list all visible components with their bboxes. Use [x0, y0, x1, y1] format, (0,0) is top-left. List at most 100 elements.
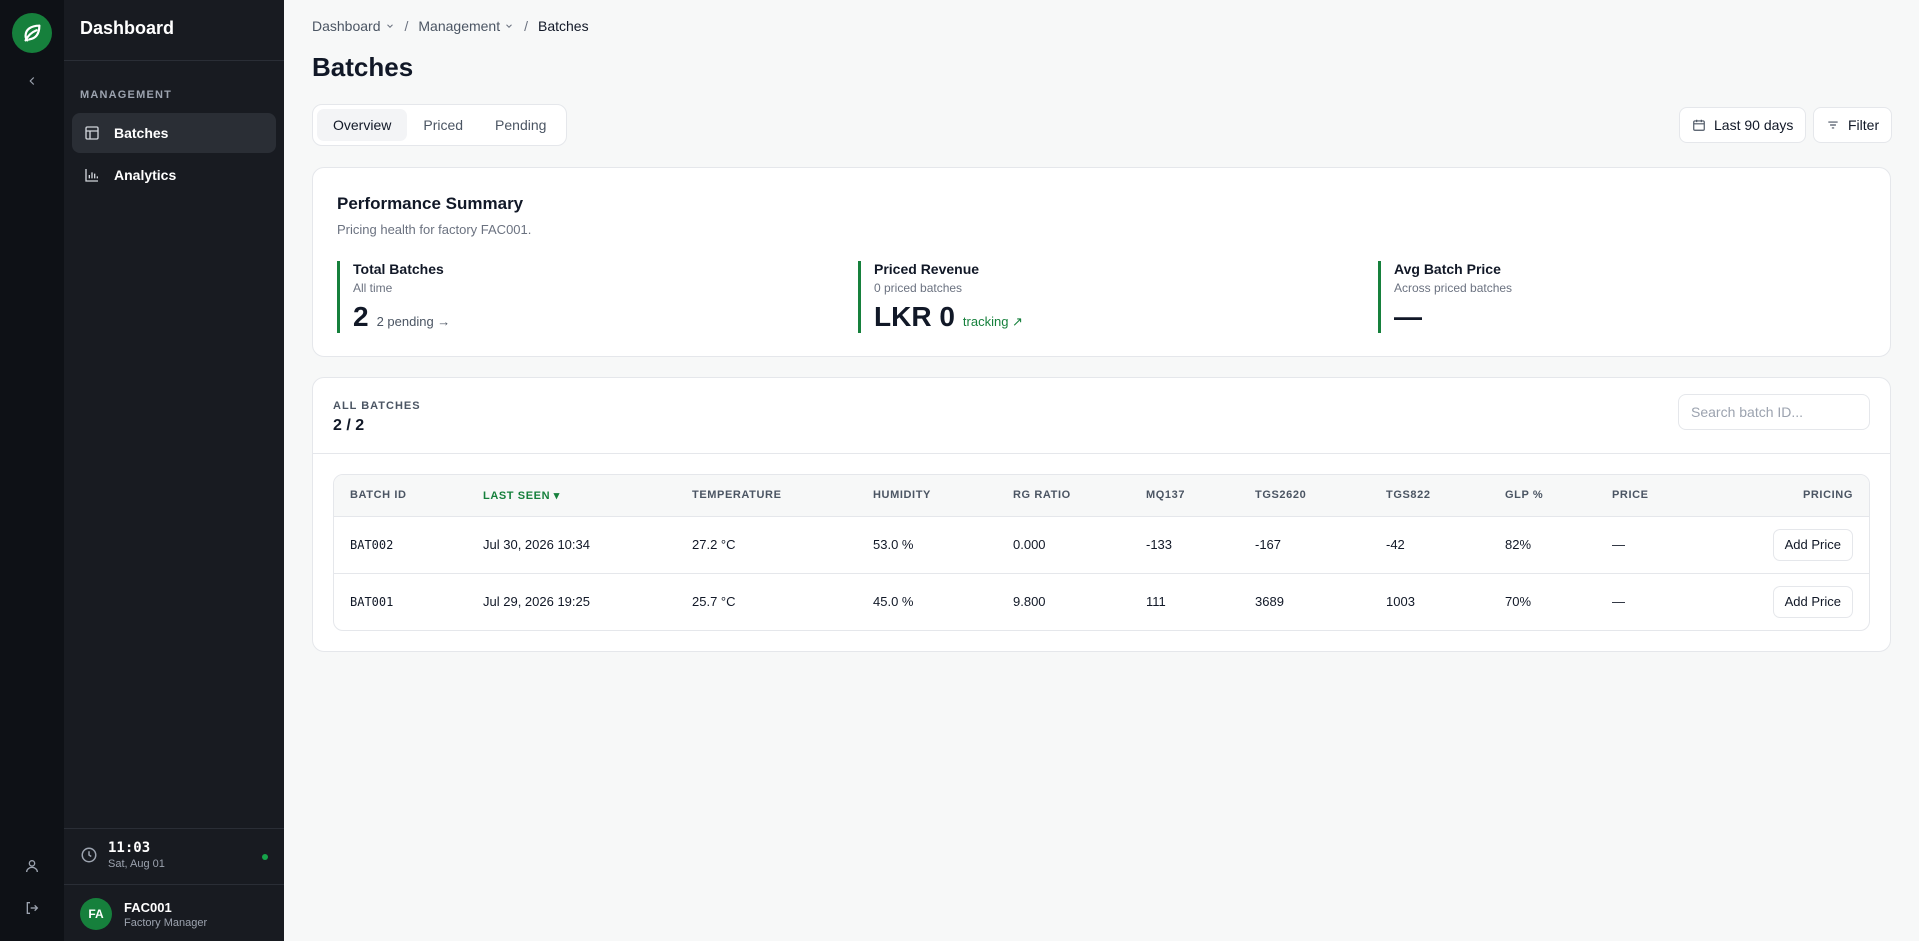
cell-tgs822: 1003 [1370, 572, 1489, 630]
filter-button[interactable]: Filter [1813, 107, 1893, 143]
tab-pending[interactable]: Pending [479, 109, 562, 141]
calendar-icon [1693, 119, 1705, 131]
page-title: Batches [312, 52, 414, 82]
trend-indicator: tracking ↗ [962, 314, 1023, 329]
table-row[interactable]: BAT002 Jul 30, 2026 10:34 27.2 °C 53.0 %… [334, 516, 1869, 573]
collapse-sidebar-button[interactable] [20, 69, 44, 93]
cell-price: — [1612, 537, 1625, 552]
column-header[interactable]: GLP % [1489, 475, 1596, 517]
cell-batch-id: BAT001 [334, 572, 467, 630]
sidebar-divider [64, 884, 284, 885]
breadcrumb-label: Management [418, 18, 501, 34]
cell-batch-id: BAT002 [350, 537, 394, 552]
metric-value: — [1394, 301, 1422, 332]
sidebar-item-label: Batches [114, 125, 169, 141]
user-role: Factory Manager [124, 916, 208, 929]
view-tabs: Overview Priced Pending [312, 104, 568, 146]
column-header[interactable]: TEMPERATURE [676, 475, 857, 517]
cell-price: — [1596, 572, 1686, 630]
metric-label: Avg Batch Price [1394, 261, 1501, 277]
chevron-left-icon [29, 77, 35, 85]
sidebar-item-analytics[interactable]: Analytics [72, 155, 276, 195]
cell-glp: 70% [1489, 572, 1596, 630]
clock-icon [81, 847, 97, 863]
column-header-sorted[interactable]: LAST SEEN ▾ [467, 475, 676, 517]
column-header[interactable]: PRICE [1596, 475, 1686, 517]
breadcrumb-management[interactable]: Management [418, 18, 514, 34]
metric-priced-revenue: Priced Revenue 0 priced batches LKR 0 tr… [858, 261, 1023, 333]
breadcrumb: Dashboard / Management / Batches [312, 18, 589, 34]
metric-subtitle: 0 priced batches [874, 281, 963, 295]
batches-table: BATCH ID LAST SEEN ▾ TEMPERATURE HUMIDIT… [333, 474, 1870, 631]
avatar: FA [80, 898, 112, 930]
metric-avg-batch-price: Avg Batch Price Across priced batches — [1378, 261, 1512, 333]
metric-value: LKR 0 [874, 301, 955, 332]
cell-tgs2620: -167 [1255, 537, 1282, 552]
metric-subtitle: All time [353, 281, 393, 295]
user-name: FAC001 [124, 899, 172, 915]
pending-link[interactable]: 2 pending → [377, 314, 451, 329]
breadcrumb-separator: / [404, 18, 409, 34]
chevron-down-icon [386, 24, 393, 28]
sidebar-item-label: Analytics [114, 167, 177, 183]
cell-temperature: 25.7 °C [676, 572, 857, 630]
sidebar-item-batches[interactable]: Batches [72, 113, 276, 153]
performance-summary-card: Performance Summary Pricing health for f… [312, 167, 1891, 357]
cell-rg-ratio: 0.000 [1013, 537, 1046, 552]
summary-subtitle: Pricing health for factory FAC001. [337, 222, 532, 237]
logout-button[interactable] [20, 896, 44, 920]
metric-label: Priced Revenue [874, 261, 980, 277]
breadcrumb-separator: / [524, 18, 528, 34]
online-status-indicator [262, 854, 268, 860]
cell-last-seen: Jul 29, 2026 19:25 [467, 572, 676, 630]
sidebar: Dashboard MANAGEMENT Batches Analytics 1… [64, 0, 284, 941]
clock-date: Sat, Aug 01 [108, 858, 165, 870]
card-divider [313, 453, 1890, 454]
metric-label: Total Batches [353, 261, 444, 277]
logout-icon [26, 902, 39, 914]
bar-chart-icon [84, 167, 100, 183]
table-row[interactable]: BAT001 Jul 29, 2026 19:25 25.7 °C 45.0 %… [334, 572, 1869, 630]
date-range-label: Last 90 days [1714, 117, 1794, 133]
column-header[interactable]: HUMIDITY [857, 475, 997, 517]
breadcrumb-current: Batches [538, 18, 589, 34]
cell-mq137: 111 [1130, 572, 1239, 630]
tab-overview[interactable]: Overview [317, 109, 408, 141]
cell-pricing: Add Price [1686, 516, 1869, 573]
table-header-row: BATCH ID LAST SEEN ▾ TEMPERATURE HUMIDIT… [334, 475, 1869, 517]
date-range-button[interactable]: Last 90 days [1679, 107, 1807, 143]
filter-icon [1828, 121, 1838, 129]
column-header: PRICING [1686, 475, 1869, 517]
search-input[interactable] [1678, 394, 1870, 430]
cell-temperature: 27.2 °C [692, 537, 736, 552]
column-header[interactable]: TGS2620 [1239, 475, 1370, 517]
cell-tgs822: -42 [1386, 537, 1405, 552]
profile-button[interactable] [20, 854, 44, 878]
breadcrumb-dashboard[interactable]: Dashboard [312, 18, 395, 34]
cell-mq137: -133 [1146, 537, 1173, 552]
summary-title: Performance Summary [337, 194, 524, 213]
icon-rail [0, 0, 64, 941]
add-price-button[interactable]: Add Price [1772, 585, 1853, 618]
column-header[interactable]: BATCH ID [334, 475, 467, 517]
all-batches-card: ALL BATCHES 2 / 2 BATCH ID LAST SEEN ▾ T… [312, 377, 1891, 652]
user-icon [26, 860, 38, 873]
all-batches-label: ALL BATCHES [333, 400, 421, 412]
column-header[interactable]: TGS822 [1370, 475, 1489, 517]
add-price-button[interactable]: Add Price [1772, 528, 1853, 561]
cell-humidity: 53.0 % [873, 537, 914, 552]
metric-subtitle: Across priced batches [1394, 281, 1513, 295]
breadcrumb-label: Dashboard [312, 18, 381, 34]
sidebar-divider [64, 60, 284, 61]
column-header[interactable]: MQ137 [1130, 475, 1239, 517]
cell-humidity: 45.0 % [857, 572, 997, 630]
cell-last-seen: Jul 30, 2026 10:34 [483, 537, 590, 552]
cell-tgs2620: 3689 [1239, 572, 1370, 630]
tab-priced[interactable]: Priced [407, 109, 479, 141]
leaf-logo-icon[interactable] [12, 13, 52, 53]
batch-count: 2 / 2 [333, 417, 365, 434]
sidebar-section-label: MANAGEMENT [80, 89, 173, 101]
sidebar-divider [64, 828, 284, 829]
user-profile[interactable]: FA FAC001 Factory Manager [80, 898, 207, 930]
column-header[interactable]: RG RATIO [997, 475, 1130, 517]
